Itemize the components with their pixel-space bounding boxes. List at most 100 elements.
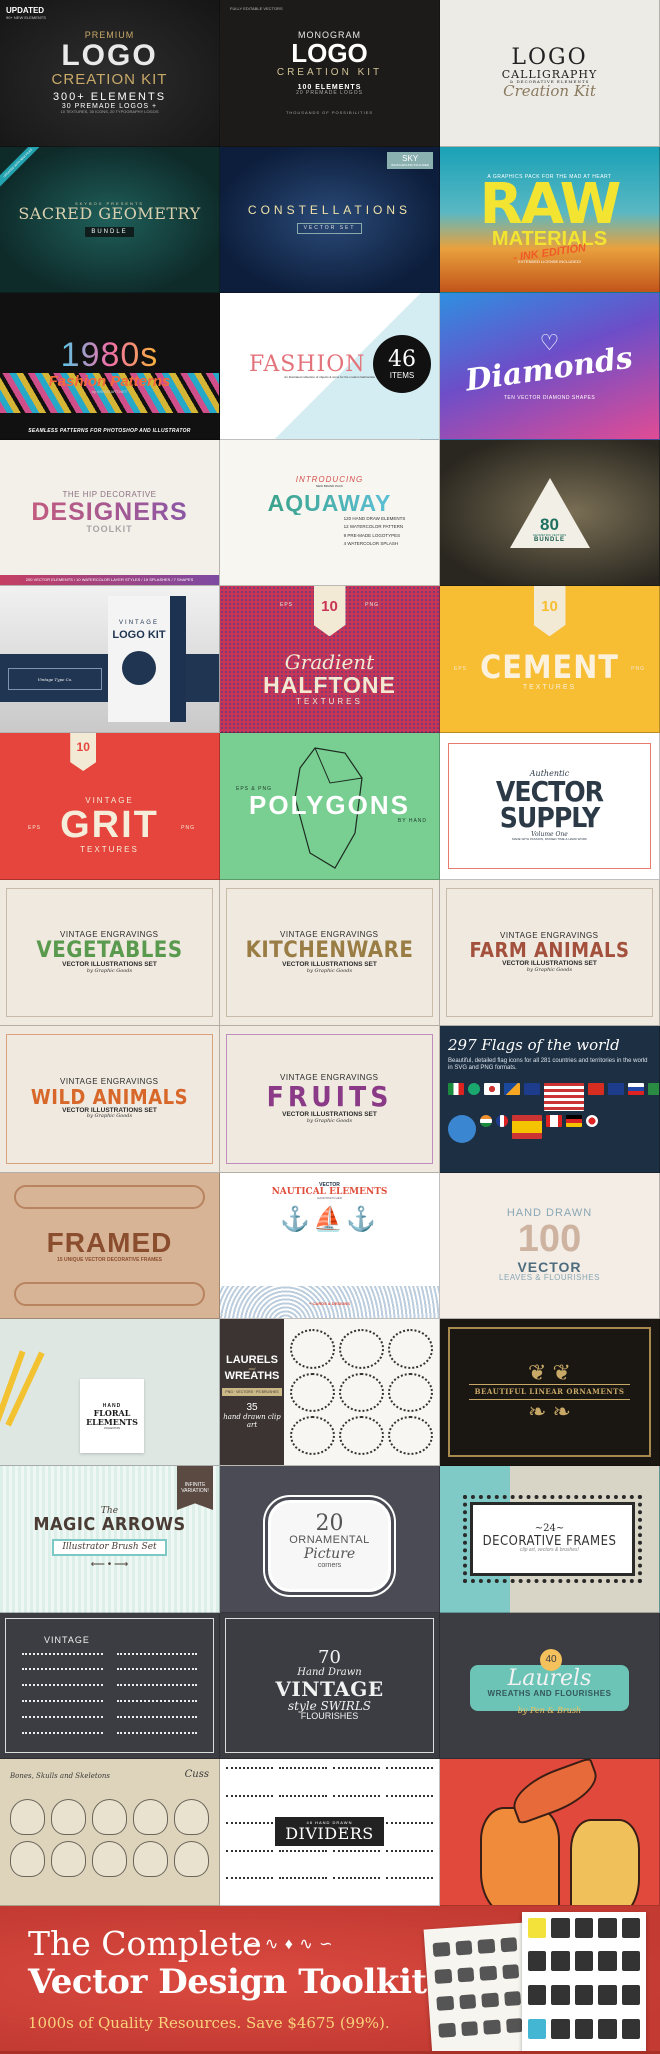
- tile-logo-creation-kit[interactable]: UPDATED 90+ NEW ELEMENTS PREMIUM LOGO CRE…: [0, 0, 220, 147]
- tile-title-2: TOOLKIT: [86, 524, 133, 535]
- tile-winged-skates[interactable]: [440, 1759, 660, 1906]
- tile-decorative-frames[interactable]: ~24~ DECORATIVE FRAMES clip art, vectors…: [440, 1465, 660, 1613]
- title-panel: LAURELS and WREATHS PNG · VECTORS · PS B…: [220, 1319, 284, 1465]
- feature-item: 4 WATERCOLOR SPLASH: [343, 541, 399, 547]
- preview-sheet: [423, 1922, 533, 2051]
- divider-icon: [226, 1877, 274, 1897]
- tile-title-2: WREATHS: [224, 1370, 280, 1383]
- wreath-icon: [339, 1372, 384, 1412]
- tile-gradient-halftone[interactable]: 10 EPS PNG Gradient HALFTONE TEXTURES: [220, 586, 440, 733]
- tile-subtitle-2: LEAVES & FLOURISHES: [499, 1273, 600, 1283]
- tile-count: 35: [246, 1402, 258, 1414]
- preview-thumb: [574, 1951, 594, 1972]
- tile-title: Bones, Skulls and Skeletons: [10, 1772, 110, 1781]
- tile-polygons[interactable]: EPS & PNG POLYGONS BY HAND: [220, 732, 440, 880]
- pencil-icon: [5, 1351, 45, 1427]
- tile-note: EXTENDED LICENSE INCLUDED!: [518, 258, 581, 264]
- tile-constellations[interactable]: SKY BACKGROUND INCLUDED CONSTELLATIONS VE…: [220, 146, 440, 294]
- tile-1980s-fashion-patterns[interactable]: 1980s Fashion Patterns by WINGSART.NET S…: [0, 293, 220, 440]
- item-count-badge: 46 ITEMS: [373, 335, 431, 394]
- tile-designers-toolkit[interactable]: THE HIP DECORATIVE DESIGNERS TOOLKIT 200…: [0, 439, 220, 587]
- flag-icon: [546, 1114, 562, 1127]
- tile-title-2: MATERIALS: [491, 228, 608, 251]
- tile-tagline: HANDSKETCHED: [317, 1196, 342, 1201]
- tile-title-2: CREATION KIT: [51, 70, 168, 88]
- divider-icon: [22, 1684, 103, 1692]
- tile-fashion-props[interactable]: 46ITEMS FASHION PROPS An illustrated col…: [220, 293, 440, 440]
- tile-fruits[interactable]: VINTAGE ENGRAVINGS FRUITS VECTOR ILLUSTR…: [220, 1026, 440, 1173]
- preview-thumb: [598, 1985, 617, 2006]
- promo-banner[interactable]: The Complete ∽ ∿ ♦ ∿ ∽ Vector Design Too…: [0, 1905, 660, 2054]
- preview-thumb: [477, 1938, 495, 1954]
- tile-title: VECTOR: [517, 1258, 582, 1275]
- preview-thumb: [460, 2020, 479, 2036]
- tile-magic-arrows[interactable]: INFINITE VARIATION! The MAGIC ARROWS Ill…: [0, 1465, 220, 1613]
- flag-icon: [484, 1082, 500, 1095]
- tile-hand-drawn-dividers[interactable]: 48 HAND DRAWN DIVIDERS: [220, 1759, 440, 1906]
- tile-author: by Graphic Goods: [306, 967, 353, 974]
- tile-author: by WINGSART.NET: [91, 388, 128, 394]
- tile-vintage-logo-kit[interactable]: Vintage Type Co. VINTAGE LOGO KIT: [0, 586, 220, 733]
- tile-title: MAGIC ARROWS: [33, 1514, 186, 1536]
- tile-monogram-logo-kit[interactable]: FULLY EDITABLE VECTORS MONOGRAM LOGO CRE…: [220, 0, 440, 147]
- hand-bones-icon: [174, 1841, 209, 1878]
- tile-title: HALFTONE: [263, 672, 396, 699]
- tile-vintage-grit[interactable]: 10 EPS PNG VINTAGE GRIT TEXTURES: [0, 732, 220, 880]
- tile-footer: 200 VECTOR ELEMENTS / 10 WATERCOLOR LAYE…: [0, 575, 219, 586]
- title-card: HAND FLORAL ELEMENTS COLLECTION: [80, 1379, 144, 1454]
- preview-thumb: [574, 1917, 594, 1938]
- format-left: EPS: [454, 666, 468, 673]
- tile-cement-textures[interactable]: 10 EPS PNG CEMENT TEXTURES: [440, 586, 660, 733]
- navy-stripe: [0, 654, 219, 703]
- skull-icon: [10, 1841, 45, 1878]
- flag-icon: [468, 1082, 480, 1095]
- tile-laurels-40[interactable]: 40 Laurels WREATHS AND FLOURISHES by Pen…: [440, 1612, 660, 1760]
- tile-geometric-vectors[interactable]: 80 GEOMETRIC VECTORS BUNDLE: [440, 439, 660, 587]
- tile-subtitle-2: TEXTURES: [80, 844, 139, 854]
- tile-logo-calligraphy[interactable]: LOGO CALLIGRAPHY & DECORATIVE ELEMENTS C…: [440, 0, 660, 147]
- divider-icon: [116, 1716, 197, 1724]
- tile-title: 1980s: [60, 336, 159, 375]
- tile-flags-of-the-world[interactable]: 297 Flags of the world Beautiful, detail…: [440, 1026, 660, 1173]
- tile-kitchenware[interactable]: VINTAGE ENGRAVINGS KITCHENWARE VECTOR IL…: [220, 879, 440, 1027]
- tile-sacred-geometry[interactable]: UPDATED WITH NEW FILES SKYBOX PRESENTS S…: [0, 146, 220, 294]
- count-shield: 10: [70, 732, 97, 771]
- tile-wild-animals[interactable]: VINTAGE ENGRAVINGS WILD ANIMALS VECTOR I…: [0, 1026, 220, 1173]
- tile-diamonds[interactable]: ♡ Diamonds TEN VECTOR DIAMOND SHAPES: [440, 293, 660, 440]
- tile-aquaway[interactable]: INTRODUCING NEW BRAND PACK AQUAWAY 120 H…: [220, 439, 440, 587]
- tile-title-2: SUPPLY: [499, 801, 600, 835]
- tile-author: by Graphic Goods: [526, 966, 573, 973]
- tile-vegetables[interactable]: VINTAGE ENGRAVINGS VEGETABLES VECTOR ILL…: [0, 879, 220, 1027]
- tile-ornamental-corners[interactable]: 20 ORNAMENTAL Picture corners: [220, 1465, 440, 1613]
- preview-thumb: [598, 1951, 617, 1972]
- tile-vintage-dividers[interactable]: VINTAGE: [0, 1612, 220, 1760]
- tile-nautical-elements[interactable]: VECTOR NAUTICAL ELEMENTS HANDSKETCHED ⚓⛵…: [220, 1172, 440, 1320]
- divider-icon: [226, 1794, 274, 1815]
- tile-laurels-wreaths[interactable]: LAURELS and WREATHS PNG · VECTORS · PS B…: [220, 1319, 440, 1466]
- feature-item: 9 PRE-MADE LOGOTYPES: [343, 532, 401, 538]
- tile-title: Laurels: [507, 1666, 592, 1692]
- tile-vector-supply[interactable]: Authentic VECTOR SUPPLY Volume One MADE …: [440, 732, 660, 880]
- tile-raw-materials[interactable]: A GRAPHICS PACK FOR THE MAD AT HEART RAW…: [440, 146, 660, 294]
- tile-hand-drawn-100-vector[interactable]: HAND DRAWN 100 VECTOR LEAVES & FLOURISHE…: [440, 1172, 660, 1320]
- tile-subtitle: WREATHS AND FLOURISHES: [487, 1689, 612, 1699]
- tile-linear-ornaments[interactable]: ❦ ❦ BEAUTIFUL LINEAR ORNAMENTS ❧ ❧: [440, 1319, 660, 1466]
- divider-icon: [116, 1684, 197, 1692]
- tile-farm-animals[interactable]: VINTAGE ENGRAVINGS FARM ANIMALS VECTOR I…: [440, 879, 660, 1027]
- preview-thumb: [551, 1917, 570, 1938]
- tile-vintage-swirls[interactable]: 70 Hand Drawn VINTAGE style SWIRLS FLOUR…: [220, 1612, 440, 1760]
- tile-title: LOGO: [511, 44, 588, 70]
- preview-sheet: [522, 1911, 646, 2051]
- tile-subtitle: corners: [317, 1561, 342, 1569]
- tile-title: LOGO: [291, 38, 368, 69]
- format-left: EPS: [28, 824, 42, 831]
- tile-bones-skulls[interactable]: Bones, Skulls and Skeletons Cuss: [0, 1759, 220, 1906]
- tile-floral-elements[interactable]: HAND FLORAL ELEMENTS COLLECTION: [0, 1319, 220, 1466]
- preview-thumb: [621, 2018, 640, 2039]
- tile-note: 10 TEXTURES, 30 ICONS, 20 TYPOGRAPHY LOG…: [60, 109, 159, 115]
- ornament-icon: ❧ ❧: [528, 1398, 571, 1424]
- tile-title: FARM ANIMALS: [469, 938, 630, 963]
- skull-icon: [51, 1841, 86, 1878]
- tile-framed[interactable]: FRAMED 15 UNIQUE VECTOR DECORATIVE FRAME…: [0, 1172, 220, 1320]
- divider-icon: [385, 1794, 433, 1815]
